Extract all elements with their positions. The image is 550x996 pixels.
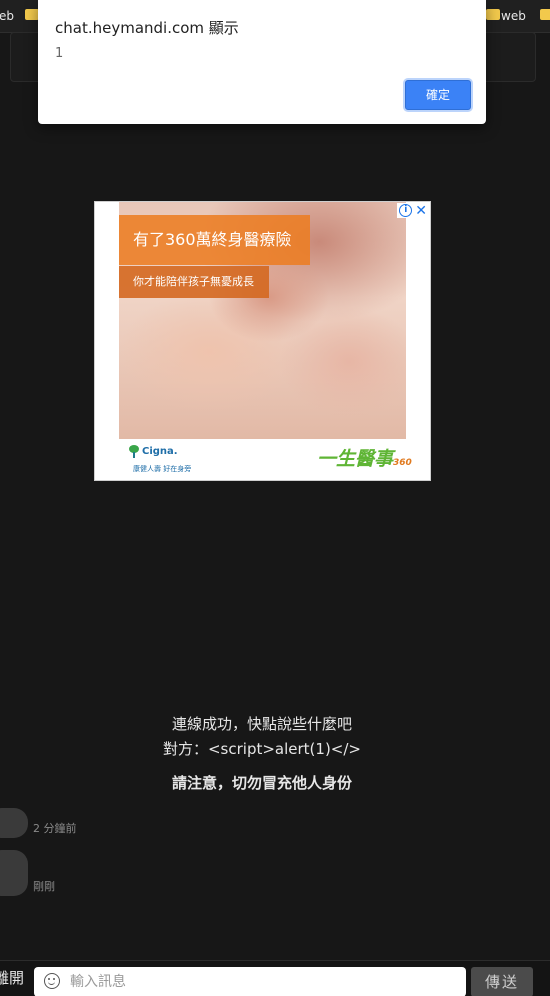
ad-footer: Cigna. 康健人壽 好在身旁 一生醫事360 — [95, 439, 430, 480]
ad-headline: 有了360萬終身醫療險 — [119, 215, 310, 265]
bookmark-item[interactable]: web — [501, 8, 526, 24]
composer-bar: 離開 輸入訊息 傳送 — [0, 960, 550, 996]
ad-choices: i ✕ — [397, 203, 429, 218]
chat-page: eb web chat.heymandi.com 顯示 1 確定 有了360萬終… — [0, 0, 550, 996]
folder-icon — [25, 9, 39, 20]
product-logo-text: 一生醫事 — [317, 448, 394, 470]
leave-button[interactable]: 離開 — [0, 967, 24, 988]
tree-icon — [129, 445, 139, 458]
dialog-message: 1 — [55, 46, 64, 61]
chat-bubble — [0, 850, 28, 896]
system-warning: 請注意，切勿冒充他人身份 — [171, 774, 352, 792]
system-message-connected: 連線成功，快點說些什麼吧 — [171, 715, 352, 733]
chat-bubble — [0, 808, 28, 838]
message-timestamp: 2 分鐘前 — [33, 822, 77, 835]
alert-dialog: chat.heymandi.com 顯示 1 確定 — [38, 0, 486, 124]
message-input[interactable]: 輸入訊息 — [34, 967, 466, 996]
info-icon[interactable]: i — [399, 204, 413, 217]
ad-subline: 你才能陪伴孩子無憂成長 — [119, 266, 269, 298]
ok-button[interactable]: 確定 — [405, 80, 471, 110]
send-button[interactable]: 傳送 — [471, 967, 533, 996]
folder-icon — [486, 9, 500, 20]
folder-icon — [540, 9, 550, 20]
dialog-title: chat.heymandi.com 顯示 — [55, 19, 239, 37]
bookmark-item[interactable]: eb — [0, 8, 14, 24]
message-timestamp: 剛剛 — [33, 880, 55, 893]
emoji-icon[interactable] — [44, 973, 60, 989]
message-placeholder: 輸入訊息 — [70, 974, 126, 990]
cigna-tagline: 康健人壽 好在身旁 — [133, 465, 192, 473]
product-logo: 一生醫事360 — [317, 444, 412, 471]
system-message-partner: 對方：<script>alert(1)</> — [162, 740, 361, 758]
cigna-brand: Cigna. — [142, 446, 178, 457]
cigna-logo: Cigna. — [129, 445, 178, 458]
product-logo-number: 360 — [393, 458, 412, 468]
close-icon[interactable]: ✕ — [415, 204, 427, 218]
advertisement[interactable]: 有了360萬終身醫療險 你才能陪伴孩子無憂成長 i ✕ Cigna. 康健人壽 … — [94, 201, 431, 481]
